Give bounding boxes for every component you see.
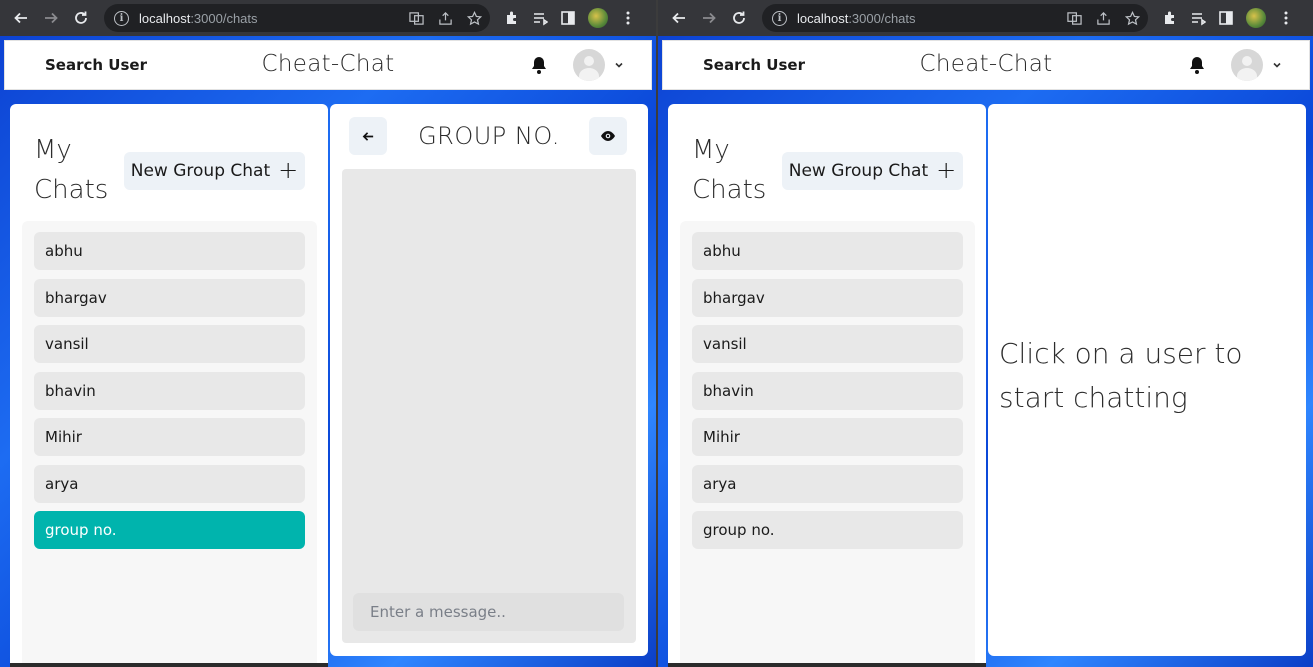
new-group-chat-button[interactable]: New Group Chat +: [782, 152, 963, 190]
extensions-icon[interactable]: [1162, 10, 1178, 26]
reload-icon[interactable]: [66, 3, 96, 33]
back-arrow-icon[interactable]: [664, 3, 694, 33]
profile-avatar-icon[interactable]: [588, 8, 608, 28]
conversation-panel: GROUP NO.: [330, 104, 648, 656]
chat-item-vansil[interactable]: vansil: [34, 325, 305, 363]
app-title: Cheat-Chat: [261, 51, 395, 77]
extensions-icon[interactable]: [504, 10, 520, 26]
view-profile-button[interactable]: [589, 117, 627, 155]
plus-icon: +: [278, 156, 299, 184]
address-bar[interactable]: i localhost:3000/chats: [762, 4, 1148, 32]
chat-item-bhavin[interactable]: bhavin: [692, 371, 963, 410]
kebab-menu-icon[interactable]: [620, 10, 636, 26]
chat-list: abhu bhargav vansil bhavin Mihir arya gr…: [22, 221, 317, 664]
kebab-menu-icon[interactable]: [1278, 10, 1294, 26]
profile-menu-button[interactable]: [1231, 49, 1283, 81]
my-chats-panel: My Chats New Group Chat + abhu bhargav v…: [668, 104, 986, 664]
app-title: Cheat-Chat: [919, 51, 1053, 77]
sidepanel-icon[interactable]: [1218, 10, 1234, 26]
profile-avatar-icon[interactable]: [1246, 8, 1266, 28]
new-group-chat-button[interactable]: New Group Chat +: [124, 152, 305, 190]
empty-chat-panel: Click on a user to start chatting: [988, 104, 1306, 656]
url-text: localhost:3000/chats: [797, 10, 916, 26]
chat-item-mihir[interactable]: Mihir: [34, 418, 305, 456]
url-text: localhost:3000/chats: [139, 10, 258, 26]
chat-item-vansil[interactable]: vansil: [692, 325, 963, 363]
plus-icon: +: [936, 156, 957, 184]
message-input[interactable]: [353, 593, 624, 631]
sidepanel-icon[interactable]: [560, 10, 576, 26]
arrow-left-icon: [362, 131, 373, 141]
bell-icon[interactable]: [1187, 55, 1207, 75]
translate-icon[interactable]: [409, 11, 424, 26]
chat-item-group-no[interactable]: group no.: [34, 511, 305, 549]
forward-arrow-icon[interactable]: [694, 3, 724, 33]
star-icon[interactable]: [467, 10, 482, 26]
share-icon[interactable]: [438, 11, 453, 26]
site-info-icon[interactable]: i: [772, 10, 787, 26]
browser-window-left: i localhost:3000/chats Search User Cheat…: [0, 0, 656, 667]
conversation-title: GROUP NO.: [418, 122, 560, 150]
chevron-down-icon: [615, 62, 623, 68]
my-chats-title: My Chats: [692, 135, 767, 205]
chat-item-abhu[interactable]: abhu: [692, 232, 963, 270]
media-queue-icon[interactable]: [1190, 10, 1206, 26]
reload-icon[interactable]: [724, 3, 754, 33]
messages-area: [342, 169, 636, 643]
scrollbar: [668, 663, 986, 667]
browser-window-right: i localhost:3000/chats Search User Cheat…: [658, 0, 1313, 667]
scrollbar: [10, 663, 328, 667]
chat-item-arya[interactable]: arya: [34, 464, 305, 503]
chat-item-mihir[interactable]: Mihir: [692, 418, 963, 456]
chat-item-bhavin[interactable]: bhavin: [34, 371, 305, 410]
my-chats-title: My Chats: [34, 135, 109, 205]
chevron-down-icon: [1273, 62, 1281, 68]
share-icon[interactable]: [1096, 11, 1111, 26]
app-header: Search User Cheat-Chat: [662, 40, 1310, 90]
forward-arrow-icon[interactable]: [36, 3, 66, 33]
eye-icon: [601, 131, 615, 141]
star-icon[interactable]: [1125, 10, 1140, 26]
app-header: Search User Cheat-Chat: [4, 40, 652, 90]
avatar: [573, 49, 605, 81]
chat-item-bhargav[interactable]: bhargav: [692, 278, 963, 317]
back-button[interactable]: [349, 117, 387, 155]
chat-item-arya[interactable]: arya: [692, 464, 963, 503]
my-chats-panel: My Chats New Group Chat + abhu bhargav v…: [10, 104, 328, 664]
media-queue-icon[interactable]: [532, 10, 548, 26]
address-bar[interactable]: i localhost:3000/chats: [104, 4, 490, 32]
profile-menu-button[interactable]: [573, 49, 625, 81]
empty-state-message: Click on a user to start chatting: [999, 337, 1243, 414]
chat-list: abhu bhargav vansil bhavin Mihir arya gr…: [680, 221, 975, 664]
avatar: [1231, 49, 1263, 81]
browser-toolbar: i localhost:3000/chats: [0, 0, 656, 36]
browser-toolbar: i localhost:3000/chats: [658, 0, 1313, 36]
bell-icon[interactable]: [529, 55, 549, 75]
chat-item-bhargav[interactable]: bhargav: [34, 278, 305, 317]
site-info-icon[interactable]: i: [114, 10, 129, 26]
chat-item-abhu[interactable]: abhu: [34, 232, 305, 270]
back-arrow-icon[interactable]: [6, 3, 36, 33]
chat-item-group-no[interactable]: group no.: [692, 511, 963, 549]
translate-icon[interactable]: [1067, 11, 1082, 26]
